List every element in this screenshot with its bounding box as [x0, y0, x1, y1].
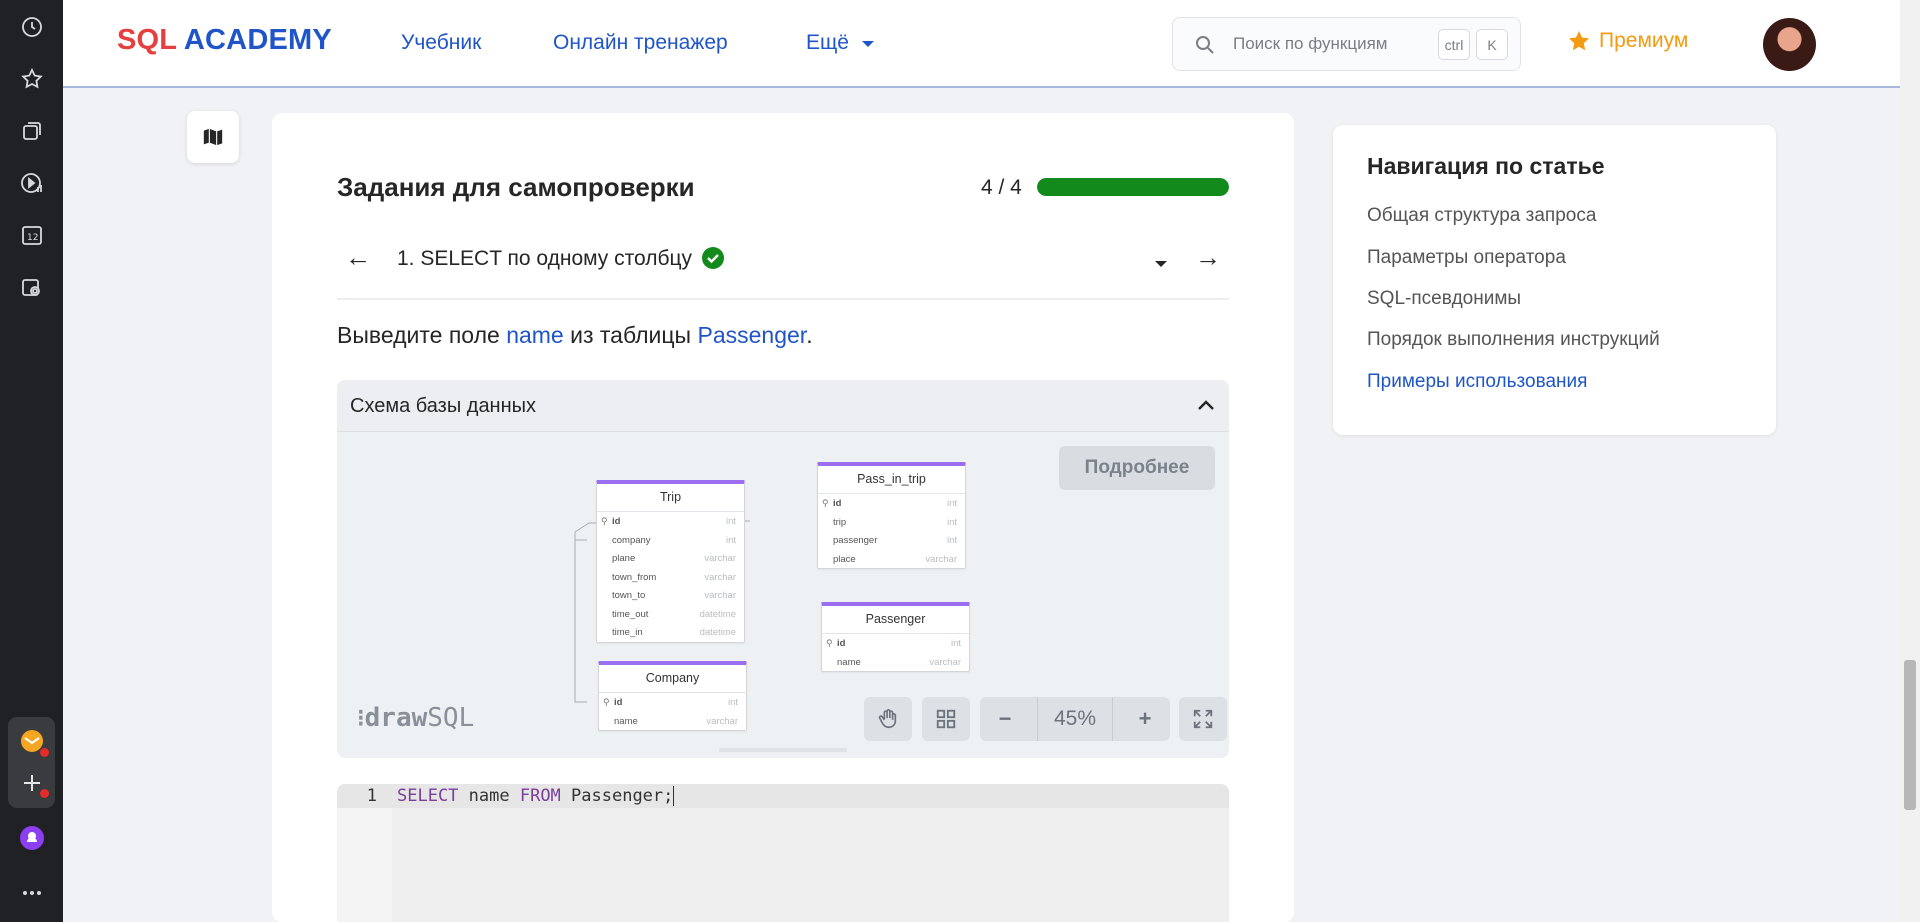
calendar-icon[interactable]: 12 — [19, 222, 45, 248]
grid-button[interactable] — [922, 697, 970, 741]
zoom-level: 45% — [1037, 697, 1113, 741]
table-passenger[interactable]: Passenger ⚲ id int name varchar — [821, 602, 970, 672]
progress-label: 4 / 4 — [981, 176, 1022, 199]
article-nav-title: Навигация по статье — [1367, 153, 1605, 179]
search-icon — [1196, 36, 1214, 54]
svg-text:12: 12 — [27, 233, 38, 243]
nav-more-link[interactable]: Ещё — [806, 31, 875, 55]
nav-trainer-link[interactable]: Онлайн тренажер — [553, 31, 728, 55]
schema-title: Схема базы данных — [350, 395, 537, 417]
schema-diagram[interactable]: Подробнее Trip ⚲ id int company int plane va… — [337, 432, 1229, 758]
history-icon[interactable] — [19, 14, 45, 40]
grid-icon — [936, 709, 956, 729]
chevron-up-icon[interactable] — [1197, 398, 1215, 412]
article-nav-item[interactable]: SQL-псевдонимы — [1367, 288, 1521, 310]
article-nav-item[interactable]: Общая структура запроса — [1367, 205, 1596, 227]
map-icon — [203, 128, 223, 146]
progress-bar — [1037, 178, 1229, 196]
table-link[interactable]: Passenger — [697, 322, 806, 348]
next-task-arrow-icon[interactable]: → — [1195, 242, 1221, 273]
screenshot-icon[interactable] — [19, 275, 45, 301]
task-description: Выведите поле name из таблицы Passenger. — [337, 322, 813, 348]
more-icon[interactable] — [19, 880, 45, 906]
shortcut-k: K — [1476, 29, 1508, 60]
fullscreen-button[interactable] — [1179, 697, 1227, 741]
hand-icon — [878, 709, 897, 729]
page-scrollbar[interactable] — [1900, 0, 1920, 922]
sql-editor[interactable]: 1 SELECT name FROM Passenger; — [337, 784, 1229, 922]
nav-tutorial-link[interactable]: Учебник — [401, 31, 481, 55]
drawsql-logo: ⁝drawSQL — [357, 703, 475, 733]
progress-fill — [1037, 178, 1229, 196]
line-number: 1 — [366, 786, 377, 806]
current-task-name[interactable]: 1. SELECT по одному столбцу — [397, 247, 724, 271]
user-avatar[interactable] — [1763, 18, 1816, 71]
zoom-control: − 45% + — [980, 697, 1170, 741]
table-pass-in-trip[interactable]: Pass_in_trip ⚲ id int trip int passenger int… — [817, 462, 966, 569]
scrollbar-thumb[interactable] — [1904, 660, 1916, 810]
zoom-in-button[interactable]: + — [1124, 706, 1166, 732]
notification-dot — [40, 789, 49, 798]
search-box[interactable]: Поиск по функциям ctrl K — [1172, 17, 1521, 71]
check-icon — [701, 247, 724, 269]
schema-header[interactable]: Схема базы данных — [337, 380, 1229, 432]
article-nav-item[interactable]: Параметры оператора — [1367, 247, 1566, 269]
table-company[interactable]: Company ⚲ id int name varchar — [598, 661, 747, 731]
task-selector: ← 1. SELECT по одному столбцу → — [337, 230, 1229, 300]
premium-link[interactable]: Премиум — [1567, 29, 1688, 53]
star-icon[interactable] — [19, 66, 45, 92]
site-header: SQL ACADEMY Учебник Онлайн тренажер Ещё … — [63, 0, 1900, 88]
video-icon[interactable] — [19, 170, 45, 196]
prev-task-arrow-icon[interactable]: ← — [345, 242, 371, 273]
diagram-scrollbar[interactable] — [719, 748, 847, 752]
alice-icon[interactable] — [19, 825, 45, 851]
search-placeholder: Поиск по функциям — [1233, 34, 1388, 53]
field-link[interactable]: name — [506, 322, 564, 348]
section-title: Задания для самопроверки — [337, 172, 695, 202]
chevron-down-icon — [861, 41, 874, 47]
text-cursor — [673, 786, 675, 806]
code-line[interactable]: SELECT name FROM Passenger; — [397, 784, 675, 808]
table-trip[interactable]: Trip ⚲ id int company int plane varchar town… — [596, 480, 745, 643]
article-nav-item-active[interactable]: Примеры использования — [1367, 371, 1587, 393]
star-icon — [1569, 31, 1589, 51]
task-dropdown-icon[interactable] — [1154, 256, 1168, 274]
article-nav-item[interactable]: Порядок выполнения инструкций — [1367, 329, 1660, 351]
zoom-out-button[interactable]: − — [984, 706, 1026, 732]
notification-dot — [40, 748, 49, 757]
shortcut-ctrl: ctrl — [1438, 29, 1470, 60]
site-logo[interactable]: SQL ACADEMY — [117, 24, 332, 57]
browser-sidebar: 12 — [0, 0, 63, 922]
tabs-icon[interactable] — [19, 118, 45, 144]
pan-hand-button[interactable] — [864, 697, 912, 741]
fullscreen-icon — [1193, 709, 1213, 729]
article-navigation: Навигация по статье Общая структура запр… — [1333, 125, 1776, 435]
map-button[interactable] — [187, 111, 239, 163]
